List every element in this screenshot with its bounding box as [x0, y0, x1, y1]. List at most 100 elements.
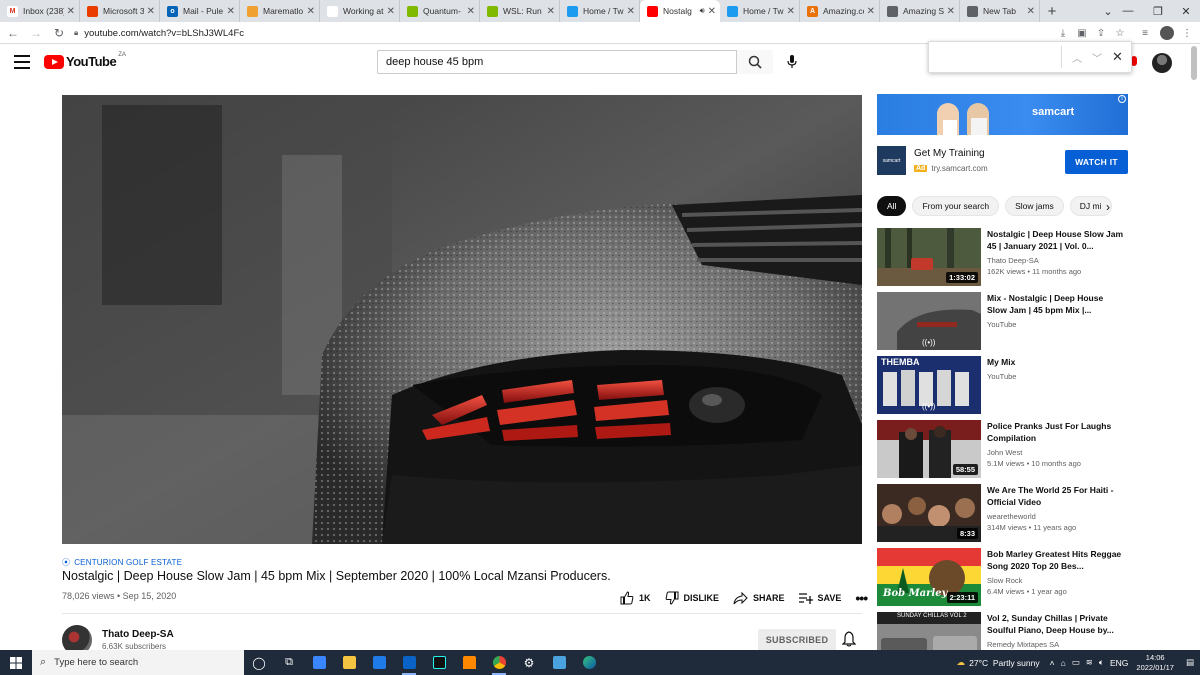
recommended-video-title[interactable]: Vol 2, Sunday Chillas | Private Soulful … [987, 612, 1125, 636]
guide-menu-icon[interactable] [14, 55, 30, 69]
media-control-icon[interactable]: ≡ [1138, 26, 1152, 40]
recommended-video-channel[interactable]: Thato Deep-SA [987, 256, 1039, 265]
close-tab-icon[interactable]: ✕ [307, 6, 315, 17]
video-thumbnail[interactable]: THEMBA ((•)) [877, 356, 981, 414]
network-icon[interactable]: ⌂ [1061, 658, 1066, 668]
mail-icon[interactable] [364, 650, 394, 675]
video-player[interactable] [62, 95, 862, 544]
close-tab-icon[interactable]: ✕ [787, 6, 795, 17]
close-tab-icon[interactable]: ✕ [947, 6, 955, 17]
close-window-button[interactable]: ✕ [1170, 0, 1200, 22]
chrome-icon[interactable] [484, 650, 514, 675]
browser-tab[interactable]: Amazing Se✕ [880, 0, 960, 22]
task-view-icon[interactable]: ◯ [244, 650, 274, 675]
youtube-logo[interactable]: YouTube ZA [44, 52, 126, 69]
advertiser-logo[interactable]: samcart [877, 146, 906, 175]
subscribed-button[interactable]: SUBSCRIBED [758, 629, 836, 651]
recommended-video-channel[interactable]: Slow Rock [987, 576, 1022, 585]
browser-tab[interactable]: Nostalg 🔊︎ ✕ [640, 0, 720, 22]
video-thumbnail[interactable]: 58:55 [877, 420, 981, 478]
recommended-video[interactable]: 1:33:02 Nostalgic | Deep House Slow Jam 4… [877, 228, 1129, 286]
windows-start-icon[interactable] [0, 650, 32, 675]
recommended-video-channel[interactable]: YouTube [987, 320, 1016, 329]
recommended-video-channel[interactable]: YouTube [987, 372, 1016, 381]
photos-icon[interactable] [544, 650, 574, 675]
notification-bell-button[interactable] [841, 631, 857, 652]
show-hidden-icons-icon[interactable]: ˄ [1050, 658, 1055, 668]
bookmark-star-icon[interactable]: ☆ [1113, 26, 1127, 40]
browser-tab[interactable]: Home / Tw ✕ [720, 0, 800, 22]
recommended-video-title[interactable]: My Mix [987, 356, 1125, 368]
close-tab-icon[interactable]: ✕ [1027, 6, 1035, 17]
address-bar[interactable]: 🔒︎ youtube.com/watch?v=bLShJ3WL4Fc [68, 24, 1080, 42]
close-tab-icon[interactable]: ✕ [708, 6, 716, 17]
browser-menu-icon[interactable]: ⋮ [1180, 26, 1194, 40]
forward-arrow-icon[interactable]: → [26, 23, 46, 43]
recommended-video-title[interactable]: Mix - Nostalgic | Deep House Slow Jam | … [987, 292, 1125, 316]
voice-search-button[interactable] [782, 52, 802, 72]
tiktok-icon[interactable] [424, 650, 454, 675]
ad-banner-image[interactable]: samcart i [877, 94, 1128, 135]
close-find-icon[interactable]: ✕ [1112, 49, 1123, 65]
find-next-icon[interactable]: ﹀ [1092, 50, 1102, 65]
settings-gear-icon[interactable]: ⚙ [514, 650, 544, 675]
close-tab-icon[interactable]: ✕ [467, 6, 475, 17]
edge-icon[interactable] [574, 650, 604, 675]
close-tab-icon[interactable]: ✕ [67, 6, 75, 17]
chevron-right-icon[interactable]: › [1106, 200, 1110, 214]
back-arrow-icon[interactable]: ← [3, 23, 23, 43]
browser-tab[interactable]: WSL: Run L✕ [480, 0, 560, 22]
watch-it-button[interactable]: WATCH IT [1065, 150, 1128, 174]
close-tab-icon[interactable]: ✕ [147, 6, 155, 17]
close-tab-icon[interactable]: ✕ [547, 6, 555, 17]
volume-icon[interactable]: 🔈︎ [1099, 657, 1104, 668]
recommended-video[interactable]: ((•)) Mix - Nostalgic | Deep House Slow J… [877, 292, 1129, 350]
video-thumbnail[interactable]: 1:33:02 [877, 228, 981, 286]
ad-info-icon[interactable]: i [1118, 95, 1126, 103]
browser-tab[interactable]: Quantum- ✕ [400, 0, 480, 22]
recommended-video-title[interactable]: Nostalgic | Deep House Slow Jam 45 | Jan… [987, 228, 1125, 252]
video-thumbnail[interactable]: Bob Marley 2:23:11 [877, 548, 981, 606]
recommended-video[interactable]: THEMBA ((•)) My Mix YouTube [877, 356, 1129, 414]
find-in-page-bar[interactable]: ︿ ﹀ ✕ [928, 41, 1132, 73]
recommended-video-channel[interactable]: wearetheworld [987, 512, 1036, 521]
recommended-video-channel[interactable]: Remedy Mixtapes SA [987, 640, 1059, 649]
page-scrollbar[interactable] [1191, 46, 1197, 80]
input-language[interactable]: ENG [1110, 658, 1128, 668]
close-tab-icon[interactable]: ✕ [627, 6, 635, 17]
search-input[interactable] [386, 52, 748, 72]
browser-tab[interactable]: New Tab ✕ [960, 0, 1040, 22]
microsoft-store-icon[interactable] [304, 650, 334, 675]
like-button[interactable]: 1K [620, 591, 651, 605]
file-explorer-icon[interactable] [334, 650, 364, 675]
browser-tab[interactable]: o Mail - Pule ✕ [160, 0, 240, 22]
browser-tab[interactable]: Home / Tw ✕ [560, 0, 640, 22]
video-location[interactable]: ⦿ CENTURION GOLF ESTATE [62, 557, 182, 568]
recommended-video-title[interactable]: Bob Marley Greatest Hits Reggae Song 202… [987, 548, 1125, 572]
share-button[interactable]: SHARE [733, 591, 785, 605]
recommended-video[interactable]: Bob Marley 2:23:11 Bob Marley Greatest Hit… [877, 548, 1129, 606]
filter-chip[interactable]: Slow jams [1005, 196, 1064, 216]
dislike-button[interactable]: DISLIKE [665, 591, 719, 605]
new-tab-button[interactable]: + [1040, 0, 1064, 22]
video-thumbnail[interactable]: 8:33 [877, 484, 981, 542]
page-action-icon[interactable]: ▣ [1075, 26, 1089, 40]
recommended-video-title[interactable]: Police Pranks Just For Laughs Compilatio… [987, 420, 1125, 444]
filter-chip[interactable]: All [877, 196, 907, 216]
weather-text[interactable]: 27°C Partly sunny [969, 658, 1040, 668]
notification-center-icon[interactable]: ▤ [1186, 657, 1194, 668]
recommended-video-title[interactable]: We Are The World 25 For Haiti - Official… [987, 484, 1125, 508]
more-actions-button[interactable]: ••• [855, 590, 868, 606]
browser-tab[interactable]: Microsoft 3 ✕ [80, 0, 160, 22]
minimize-window-button[interactable]: — [1112, 0, 1144, 22]
profile-avatar-icon[interactable] [1160, 26, 1174, 40]
share-page-icon[interactable]: ⇪ [1094, 26, 1108, 40]
recommended-video[interactable]: 8:33 We Are The World 25 For Haiti - Offi… [877, 484, 1129, 542]
weather-sun-icon[interactable]: ☁ [957, 657, 966, 668]
filter-chip[interactable]: From your search [912, 196, 1000, 216]
wifi-icon[interactable]: ≋ [1086, 657, 1093, 668]
browser-tab[interactable]: M Inbox (238) ✕ [0, 0, 80, 22]
browser-tab[interactable]: Working at ✕ [320, 0, 400, 22]
vlc-icon[interactable] [454, 650, 484, 675]
task-switch-icon[interactable]: ⧉ [274, 650, 304, 675]
